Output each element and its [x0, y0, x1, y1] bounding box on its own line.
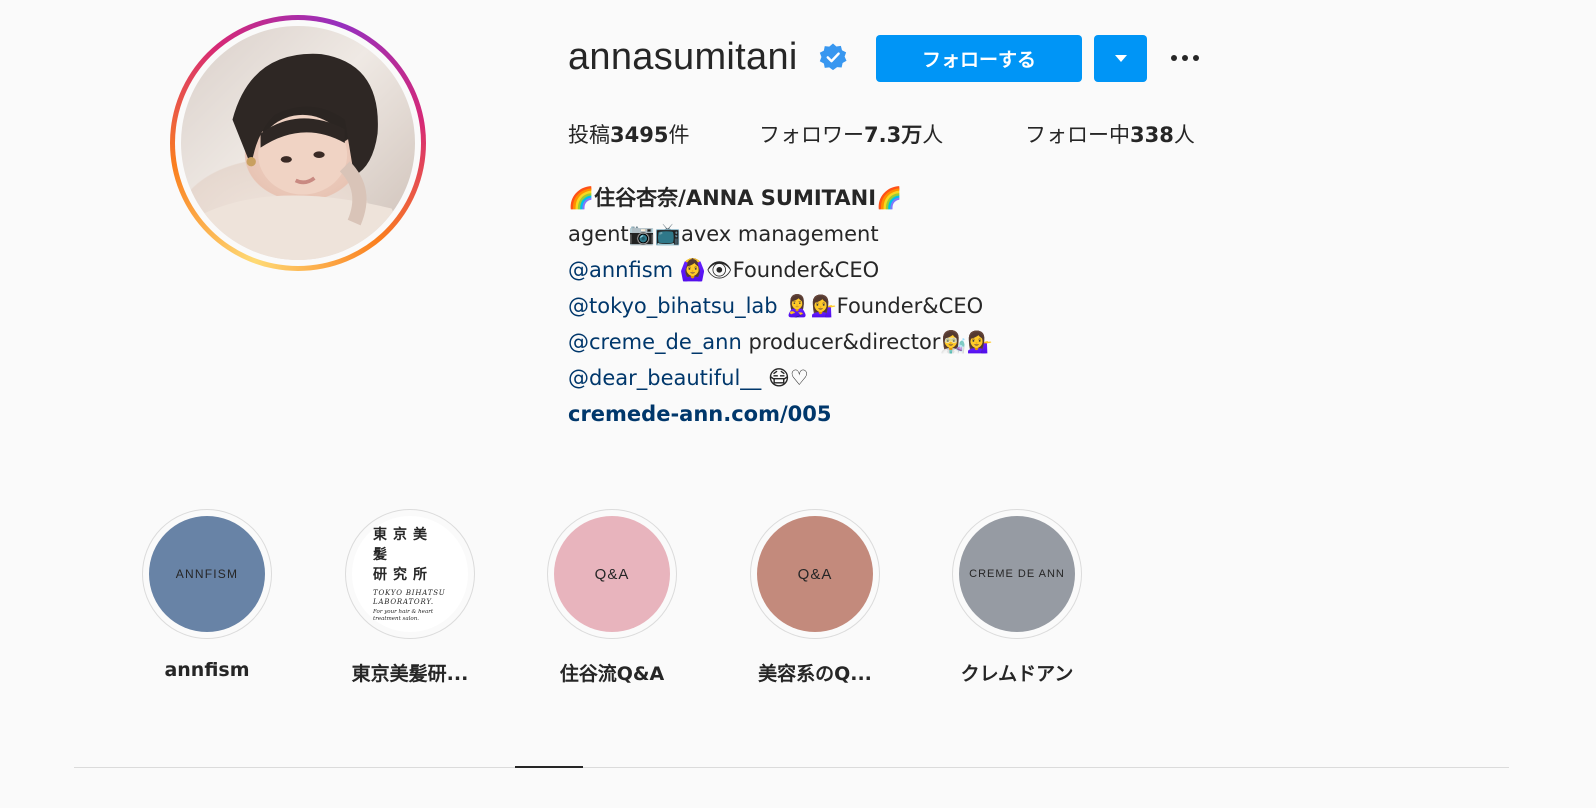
followers-label: フォロワー [759, 123, 864, 147]
following-number: 338 [1130, 123, 1174, 147]
dot-icon [1182, 55, 1188, 61]
highlight-sumitani-qa[interactable]: Q&A 住谷流Q&A [547, 509, 677, 686]
highlight-creme-de-ann[interactable]: CREME DE ANN クレムドアン [952, 509, 1082, 686]
followers-link[interactable]: フォロワー7.3万人 [759, 119, 943, 149]
bio-text: producer&director👩‍🔬💁‍♀️ [741, 330, 993, 354]
avatar-illustration [181, 53, 415, 260]
highlight-beauty-qa[interactable]: Q&A 美容系のQ... [750, 509, 880, 686]
bio-line: agent📷📺avex management [568, 222, 879, 246]
highlight-title: 住谷流Q&A [559, 663, 665, 685]
highlight-cover-text: Q&A [797, 565, 833, 583]
dot-icon [1171, 55, 1177, 61]
suggested-accounts-button[interactable] [1094, 35, 1147, 82]
profile-avatar[interactable] [170, 15, 426, 271]
highlight-cover: 東京美髪 研究所 TOKYO BIHATSU LABORATORY. For y… [352, 516, 468, 632]
followers-unit: 人 [922, 123, 944, 147]
highlight-cover-text: Q&A [594, 565, 630, 583]
mention-link[interactable]: @creme_de_ann [568, 330, 742, 354]
bio-line: @dear_beautiful__ 😷♡ [568, 366, 809, 390]
highlight-cover-logo: 東京美髪 研究所 [373, 527, 433, 583]
profile-username: annasumitani [568, 36, 798, 78]
highlight-cover: Q&A [554, 516, 670, 632]
highlight-tokyo-bihatsu[interactable]: 東京美髪 研究所 TOKYO BIHATSU LABORATORY. For y… [345, 509, 475, 686]
bio-text: 🙎‍♀️💁‍♀️Founder&CEO [777, 294, 984, 318]
bio-text: 🙆‍♀️👁Founder&CEO [673, 258, 880, 282]
chevron-down-icon [1114, 55, 1127, 62]
active-tab-indicator [515, 766, 583, 768]
bio-line: @annfism 🙆‍♀️👁Founder&CEO [568, 258, 879, 283]
highlight-title: annfism [164, 659, 250, 681]
bio-line: @creme_de_ann producer&director👩‍🔬💁‍♀️ [568, 330, 993, 355]
follow-button[interactable]: フォローする [876, 35, 1082, 82]
mention-link[interactable]: @annfism [568, 258, 673, 282]
profile-page: annasumitani フォローする 投稿3495件 フォロワー7.3万人 フ… [0, 0, 1596, 808]
dot-icon [1193, 55, 1199, 61]
following-label: フォロー中 [1025, 123, 1130, 147]
bio-line: @tokyo_bihatsu_lab 🙎‍♀️💁‍♀️Founder&CEO [568, 294, 983, 319]
highlight-title: 美容系のQ... [758, 663, 872, 685]
more-options-button[interactable] [1165, 45, 1205, 71]
following-link[interactable]: フォロー中338人 [1025, 119, 1195, 149]
posts-label: 投稿 [568, 123, 610, 147]
highlight-cover-en: TOKYO BIHATSU LABORATORY. [373, 589, 446, 606]
highlight-cover-text: ANNFISM [175, 567, 239, 581]
verified-badge-icon [819, 43, 847, 71]
highlight-cover: CREME DE ANN [959, 516, 1075, 632]
mention-link[interactable]: @tokyo_bihatsu_lab [568, 294, 778, 318]
following-unit: 人 [1173, 123, 1195, 147]
tabs-divider [74, 767, 1509, 768]
highlight-title: 東京美髪研... [351, 663, 469, 685]
avatar-photo [181, 26, 415, 260]
mention-link[interactable]: @dear_beautiful__ [568, 366, 761, 390]
bio-website-link[interactable]: cremede-ann.com/005 [568, 402, 831, 426]
highlight-cover-sub: For your hair & heart treatment salon. [373, 609, 434, 622]
highlight-cover: ANNFISM [149, 516, 265, 632]
highlight-cover: Q&A [757, 516, 873, 632]
highlight-title: クレムドアン [960, 663, 1074, 685]
bio-text: 😷♡ [761, 366, 809, 390]
posts-unit: 件 [668, 123, 690, 147]
highlight-annfism[interactable]: ANNFISM annfism [142, 509, 272, 681]
bio-full-name: 🌈住谷杏奈/ANNA SUMITANI🌈 [568, 186, 903, 210]
posts-number: 3495 [610, 123, 669, 147]
posts-count: 投稿3495件 [568, 119, 689, 149]
followers-number: 7.3万 [864, 123, 923, 147]
highlight-cover-text: CREME DE ANN [969, 568, 1065, 580]
